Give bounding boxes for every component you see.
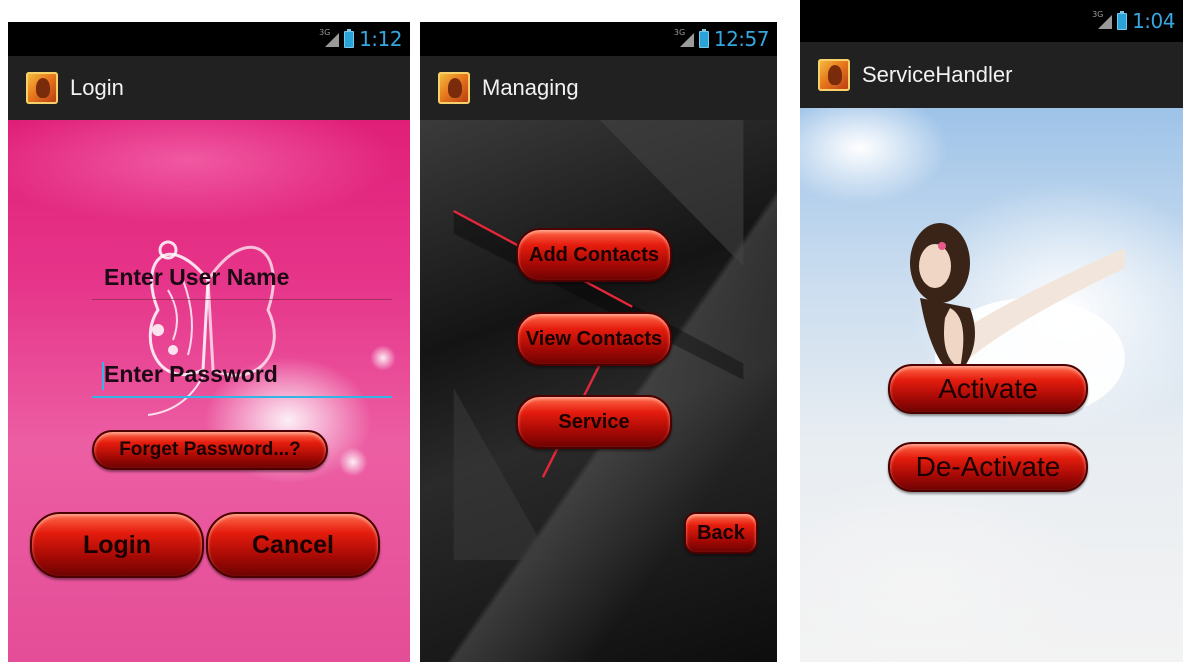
cancel-button[interactable]: Cancel	[206, 512, 380, 578]
action-bar: Login	[8, 56, 410, 120]
service-button[interactable]: Service	[516, 395, 672, 449]
password-field[interactable]: Enter Password	[92, 358, 392, 398]
activate-button[interactable]: Activate	[888, 364, 1088, 414]
signal-icon: 3G	[1092, 10, 1113, 29]
service-content: Activate De-Activate	[800, 108, 1183, 662]
app-icon[interactable]	[26, 72, 58, 104]
signal-icon: 3G	[674, 28, 694, 47]
password-placeholder: Enter Password	[104, 361, 278, 387]
deactivate-button[interactable]: De-Activate	[888, 442, 1088, 492]
login-button[interactable]: Login	[30, 512, 204, 578]
username-placeholder: Enter User Name	[104, 264, 290, 290]
screen-title: Managing	[482, 75, 579, 100]
add-contacts-button[interactable]: Add Contacts	[516, 228, 672, 282]
action-bar: Managing	[420, 56, 777, 120]
login-content: Enter User Name Enter Password Forget Pa…	[8, 120, 410, 662]
battery-icon	[698, 28, 709, 48]
battery-icon	[1117, 10, 1128, 30]
clock: 1:12	[359, 27, 402, 51]
signal-icon: 3G	[319, 28, 340, 47]
username-field[interactable]: Enter User Name	[92, 260, 392, 300]
app-icon[interactable]	[818, 59, 850, 91]
screen-title: ServiceHandler	[862, 62, 1013, 87]
managing-content: Add Contacts View Contacts Service Back	[420, 120, 777, 662]
login-screen: 3G 1:12 Login Enter User Name Enter Pass…	[8, 22, 410, 662]
battery-icon	[344, 28, 355, 48]
view-contacts-button[interactable]: View Contacts	[516, 312, 672, 366]
forget-password-button[interactable]: Forget Password...?	[92, 430, 328, 470]
status-bar: 3G 12:57	[420, 22, 777, 56]
screen-title: Login	[70, 75, 124, 100]
text-cursor	[102, 362, 104, 390]
app-icon[interactable]	[438, 72, 470, 104]
action-bar: ServiceHandler	[800, 42, 1183, 108]
clock: 12:57	[713, 27, 770, 51]
managing-screen: 3G 12:57 Managing Add Contacts View Cont…	[420, 22, 777, 662]
back-button[interactable]: Back	[684, 512, 758, 554]
status-bar: 3G 1:12	[8, 22, 410, 56]
service-handler-screen: 3G 1:04 ServiceHandler Activate De-Activ…	[800, 0, 1183, 662]
clock: 1:04	[1132, 9, 1175, 33]
status-bar: 3G 1:04	[800, 0, 1183, 42]
